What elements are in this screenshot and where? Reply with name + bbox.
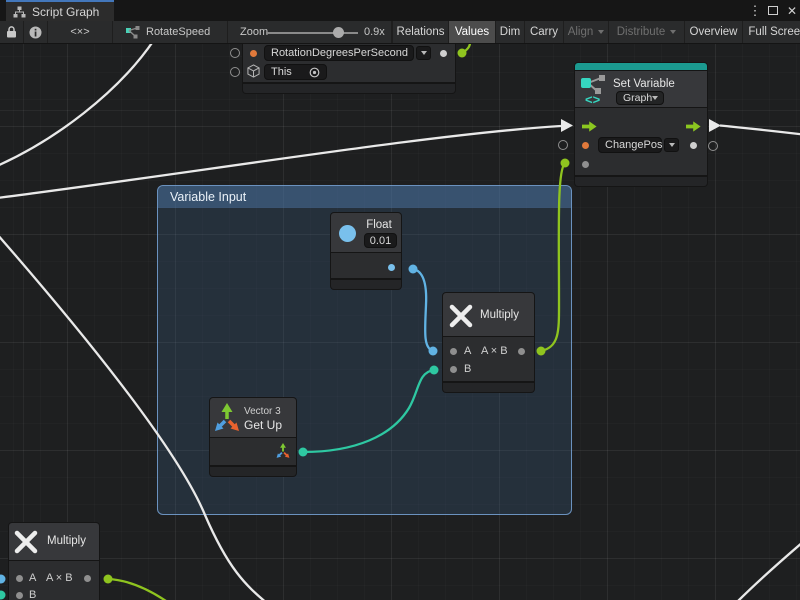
object-picker-icon[interactable] [309,67,320,78]
float-value-input[interactable]: 0.01 [364,233,397,248]
gameobject-cube-icon [247,64,260,83]
window-tab-bar: Script Graph ⋮ ✕ [0,0,800,21]
zoom-slider-track[interactable] [266,32,358,34]
toolbar-button-values[interactable]: Values [448,21,495,43]
variable-name-dropdown[interactable]: RotationDegreesPerSecond [264,45,414,61]
node-type-label: Vector 3 [244,406,281,417]
lock-icon [6,26,17,38]
window-menu-button[interactable]: ⋮ [750,0,760,21]
variable-dropdown-button[interactable] [664,138,679,152]
input-port-b[interactable] [16,592,23,599]
node-title: Set Variable [613,78,675,90]
code-icon: <×> [70,26,89,38]
port-unconnected[interactable] [708,141,718,151]
multiply-x-icon [448,303,474,334]
port-unconnected[interactable] [558,140,568,150]
output-port[interactable] [84,575,91,582]
vector3-axes-icon [214,403,240,438]
port-unconnected[interactable] [230,48,240,58]
port-label-b: B [29,589,36,600]
toolbar-button-relations[interactable]: Relations [392,21,448,43]
node-title: Multiply [480,309,519,321]
graph-hierarchy-icon [13,6,26,18]
target-object-field[interactable]: This [264,64,327,80]
node-vector3-get-up[interactable]: Vector 3 Get Up [210,398,296,477]
port-label-a: A [29,572,36,584]
group-title: Variable Input [170,190,246,204]
info-icon [29,26,42,39]
node-title: Get Up [244,418,282,432]
toolbar-button-carry[interactable]: Carry [524,21,563,43]
variable-dropdown-button[interactable] [416,46,431,60]
vector3-output-port[interactable] [276,443,290,464]
kebab-menu-icon: ⋮ [749,3,762,19]
chevron-down-icon [670,30,676,34]
toolbar-button-overview[interactable]: Overview [684,21,742,43]
port-unconnected[interactable] [230,67,240,77]
toolbar-button-align[interactable]: Align [563,21,608,43]
variable-port-icon[interactable] [582,142,589,149]
script-graph-icon [126,26,140,39]
tab-script-graph[interactable]: Script Graph [6,0,114,21]
node-title: Multiply [47,535,86,547]
port-label-output: A × B [46,572,73,584]
zoom-value: 0.9x [364,26,385,38]
flow-output-port[interactable] [686,119,701,137]
float-type-icon [339,225,356,242]
multiply-x-icon [13,529,39,560]
node-accent-strip [575,63,707,71]
breadcrumb-graph[interactable]: RotateSpeed [113,21,228,43]
lock-button[interactable] [0,21,24,43]
close-icon: ✕ [787,4,797,18]
svg-text:<>: <> [585,92,601,105]
flow-input-port[interactable] [582,119,597,137]
breadcrumb-label: RotateSpeed [146,26,210,38]
tab-title: Script Graph [32,5,99,19]
input-port-a[interactable] [450,348,457,355]
zoom-label: Zoom [240,26,268,38]
node-title: Float [361,219,397,231]
variable-port-icon[interactable] [250,50,257,57]
node-multiply[interactable]: Multiply A A × B B [443,293,534,392]
node-set-variable[interactable]: <> Set Variable Graph ChangePos [575,63,707,186]
port-label-output: A × B [481,345,508,357]
group-header[interactable]: Variable Input [158,186,571,208]
value-output-port[interactable] [690,142,697,149]
info-button[interactable] [24,21,48,43]
window-close-button[interactable]: ✕ [787,0,797,21]
set-variable-icon: <> [579,73,609,110]
input-port-a[interactable] [16,575,23,582]
code-view-button[interactable]: <×> [48,21,113,43]
toolbar-button-fullscreen[interactable]: Full Screen [742,21,800,43]
zoom-control: Zoom 0.9x [228,21,392,43]
window-maximize-button[interactable] [768,0,778,21]
chevron-down-icon [598,30,604,34]
node-float-literal[interactable]: Float 0.01 [331,213,401,290]
script-graph-window: Variable Input [0,0,800,600]
port-label-a: A [464,345,471,357]
maximize-icon [768,6,778,15]
node-multiply-2[interactable]: Multiply A A × B B [9,523,99,600]
port-label-b: B [464,363,471,375]
toolbar-button-distribute[interactable]: Distribute [608,21,684,43]
value-output-port[interactable] [440,50,447,57]
node-get-variable[interactable]: RotationDegreesPerSecond This [243,38,455,94]
variable-scope-dropdown[interactable]: Graph [616,91,664,105]
value-input-port[interactable] [582,161,589,168]
input-port-b[interactable] [450,366,457,373]
float-output-port[interactable] [388,264,395,271]
graph-toolbar: <×> RotateSpeed Zoom 0.9x Relations Valu… [0,21,800,44]
toolbar-button-dim[interactable]: Dim [495,21,524,43]
zoom-slider-handle[interactable] [333,27,344,38]
set-variable-name-dropdown[interactable]: ChangePos [598,137,662,153]
output-port[interactable] [518,348,525,355]
